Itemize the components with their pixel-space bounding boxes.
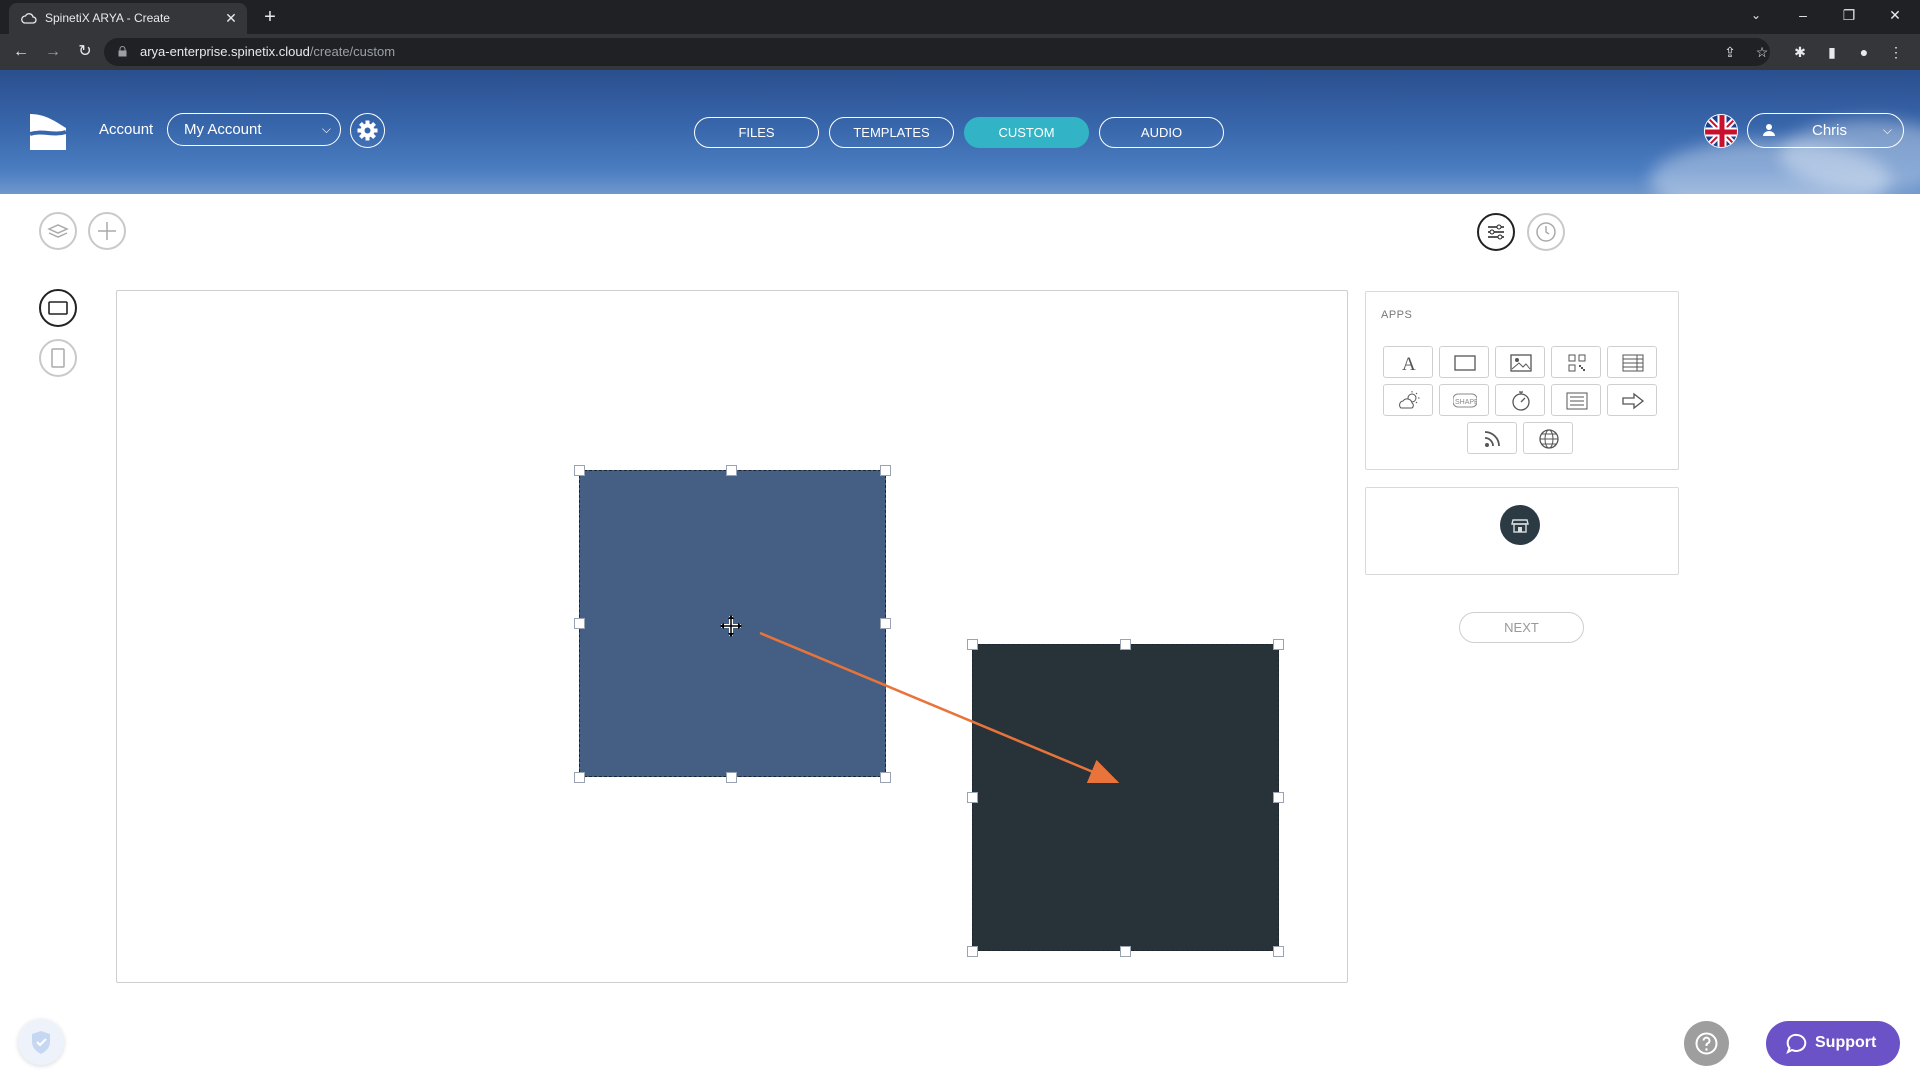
privacy-button[interactable] (18, 1019, 64, 1065)
text-icon: A (1402, 354, 1416, 374)
user-name: Chris (1812, 122, 1848, 139)
svg-text:A: A (1402, 354, 1416, 374)
landscape-orientation-button[interactable] (39, 289, 77, 327)
store-panel (1365, 487, 1679, 575)
tab-close-icon[interactable]: ✕ (222, 9, 240, 27)
rectangle-icon (1454, 355, 1476, 371)
chat-bubble-icon (1786, 1033, 1807, 1055)
image-icon (1510, 354, 1532, 372)
globe-icon (1539, 429, 1559, 449)
tab-audio[interactable]: AUDIO (1099, 117, 1224, 148)
app-rss[interactable] (1467, 422, 1517, 454)
table-icon (1622, 354, 1644, 372)
new-tab-button[interactable]: + (258, 6, 282, 30)
app-arrow[interactable] (1607, 384, 1657, 416)
app-qr-code[interactable] (1551, 346, 1601, 378)
account-value: My Account (184, 121, 262, 138)
help-button[interactable] (1684, 1021, 1729, 1066)
settings-button[interactable] (350, 113, 385, 148)
tab-search-icon[interactable]: ⌄ (1747, 8, 1765, 26)
portrait-icon (51, 348, 65, 368)
browser-tab[interactable]: SpinetiX ARYA - Create ✕ (9, 3, 247, 34)
user-menu[interactable]: Chris ⌵ (1747, 113, 1904, 148)
address-bar[interactable]: arya-enterprise.spinetix.cloud/create/cu… (104, 38, 1770, 66)
history-button[interactable] (1527, 213, 1565, 251)
layers-button[interactable] (39, 212, 77, 250)
question-icon (1695, 1032, 1718, 1055)
profile-icon[interactable]: ● (1852, 40, 1876, 64)
cloud-icon (21, 13, 37, 24)
minimize-icon[interactable]: – (1780, 0, 1826, 30)
sliders-icon (1488, 224, 1504, 240)
chevron-down-icon: ⌵ (321, 122, 331, 136)
window-close-icon[interactable]: ✕ (1872, 0, 1918, 30)
qr-code-icon (1568, 354, 1586, 372)
app-header: Account My Account ⌵ FILES TEMPLATES CUS… (0, 70, 1920, 194)
restore-icon[interactable]: ❐ (1826, 0, 1872, 30)
browser-tabstrip: SpinetiX ARYA - Create ✕ + ⌄ – ❐ ✕ (0, 0, 1920, 34)
apps-panel: APPS A SHAPE (1365, 291, 1679, 470)
bookmark-star-icon[interactable]: ☆ (1750, 40, 1774, 64)
layers-icon (47, 224, 69, 238)
tab-templates[interactable]: TEMPLATES (829, 117, 954, 148)
svg-text:SHAPE: SHAPE (1455, 399, 1477, 406)
side-panel-icon[interactable]: ▮ (1820, 40, 1844, 64)
store-button[interactable] (1500, 505, 1540, 545)
gear-icon (357, 120, 378, 141)
timer-icon (1512, 391, 1530, 411)
app-image[interactable] (1495, 346, 1545, 378)
uk-flag-icon[interactable] (1704, 114, 1738, 148)
spinetix-logo[interactable] (26, 110, 68, 154)
chevron-down-icon: ⌵ (1882, 123, 1892, 137)
reload-icon[interactable]: ↻ (73, 40, 97, 64)
weather-icon (1399, 391, 1420, 409)
support-button[interactable]: Support (1766, 1021, 1900, 1066)
share-icon[interactable]: ⇪ (1718, 40, 1742, 64)
app-timer[interactable] (1495, 384, 1545, 416)
app-web-page[interactable] (1523, 422, 1573, 454)
browser-menu-icon[interactable]: ⋮ (1884, 40, 1908, 64)
account-select[interactable]: My Account ⌵ (167, 113, 341, 146)
list-icon (1566, 392, 1588, 410)
drag-arrow (759, 631, 1120, 784)
support-label: Support (1815, 1034, 1877, 1051)
tab-files[interactable]: FILES (694, 117, 819, 148)
app-weather[interactable] (1383, 384, 1433, 416)
user-icon (1763, 124, 1775, 136)
shape-icon: SHAPE (1453, 393, 1477, 408)
app-shape[interactable]: SHAPE (1439, 384, 1489, 416)
plus-icon (98, 222, 116, 240)
app-text[interactable]: A (1383, 346, 1433, 378)
app-table[interactable] (1607, 346, 1657, 378)
app-rectangle[interactable] (1439, 346, 1489, 378)
add-button[interactable] (88, 212, 126, 250)
next-button[interactable]: NEXT (1459, 612, 1584, 643)
tab-title: SpinetiX ARYA - Create (45, 11, 170, 25)
account-label: Account (99, 121, 154, 138)
apps-title: APPS (1381, 309, 1413, 321)
forward-icon[interactable]: → (41, 40, 65, 64)
back-icon[interactable]: ← (9, 40, 33, 64)
url-text: arya-enterprise.spinetix.cloud/create/cu… (140, 44, 396, 59)
tab-custom[interactable]: CUSTOM (964, 117, 1089, 148)
portrait-orientation-button[interactable] (39, 339, 77, 377)
clock-icon (1536, 222, 1556, 242)
shield-icon (32, 1031, 50, 1054)
rss-icon (1484, 431, 1500, 447)
drag-overlay (720, 615, 1120, 784)
lock-icon (118, 46, 127, 57)
browser-toolbar: ← → ↻ arya-enterprise.spinetix.cloud/cre… (0, 34, 1920, 70)
design-canvas[interactable] (116, 290, 1348, 983)
properties-button[interactable] (1477, 213, 1515, 251)
arrow-right-icon (1622, 392, 1645, 410)
extensions-icon[interactable]: ✱ (1788, 40, 1812, 64)
store-icon (1511, 519, 1529, 533)
landscape-icon (48, 301, 68, 315)
app-list[interactable] (1551, 384, 1601, 416)
move-cursor-icon (720, 615, 742, 637)
